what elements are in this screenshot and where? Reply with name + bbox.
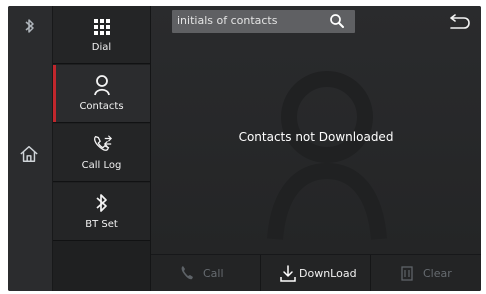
download-icon [279,265,296,282]
call-button: Call [151,255,261,291]
left-rail [8,6,53,291]
download-label: DownLoad [299,267,357,280]
call-log-label: Call Log [81,160,122,171]
bluetooth-icon [91,192,113,214]
contacts-label: Contacts [79,101,124,112]
dialpad-icon [91,15,113,37]
call-log-icon [91,133,113,155]
phone-menu: Dial Contacts Call Log BT Set [53,6,151,291]
contact-placeholder-icon [267,71,387,240]
search-placeholder: initials of contacts [177,14,278,27]
call-log-menu-item[interactable]: Call Log [53,124,150,182]
bt-set-label: BT Set [85,219,118,230]
search-field[interactable]: initials of contacts [172,10,355,33]
dial-label: Dial [91,42,112,53]
phone-screen: Dial Contacts Call Log BT Set initials o… [8,6,481,291]
contacts-panel: initials of contacts Contacts not Downlo… [151,6,481,291]
action-bar: Call DownLoad Clear [151,254,481,291]
home-icon[interactable] [19,144,39,164]
call-label: Call [203,267,224,280]
clear-label: Clear [423,267,452,280]
trash-icon [399,265,415,281]
bluetooth-icon [20,16,40,36]
contact-icon [91,74,113,96]
back-icon[interactable] [447,14,471,30]
download-button[interactable]: DownLoad [261,255,371,291]
contacts-menu-item[interactable]: Contacts [53,65,150,123]
search-icon[interactable] [329,13,345,29]
empty-state-message: Contacts not Downloaded [238,130,394,144]
phone-icon [179,265,195,281]
clear-button: Clear [371,255,480,291]
bt-set-menu-item[interactable]: BT Set [53,183,150,241]
dial-menu-item[interactable]: Dial [53,6,150,64]
